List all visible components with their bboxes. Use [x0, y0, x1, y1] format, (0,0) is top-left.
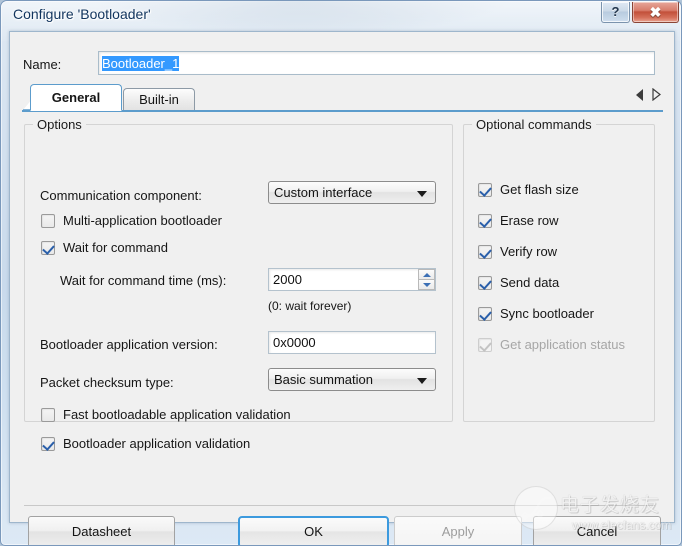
wait-time-input[interactable]: [268, 268, 436, 291]
chevron-down-icon: [417, 378, 427, 384]
close-button[interactable]: ✖: [632, 2, 679, 23]
optional-commands-group-title: Optional commands: [472, 117, 596, 132]
checkbox-label-get-application-status: Get application status: [500, 337, 626, 352]
checkbox-sync-bootloader[interactable]: Sync bootloader: [478, 306, 594, 321]
ok-button[interactable]: OK: [238, 516, 389, 545]
options-group-title: Options: [33, 117, 86, 132]
checkbox-label-bootloader-application-validation: Bootloader application validation: [63, 436, 251, 451]
window-title: Configure 'Bootloader': [13, 6, 151, 22]
caption-buttons: ? ✖: [601, 2, 679, 23]
bootloader-app-version-input[interactable]: [268, 331, 436, 354]
tab-built-in-label: Built-in: [139, 92, 179, 107]
checkbox-fast-bootloadable-application-validation[interactable]: Fast bootloadable application validation: [41, 407, 291, 422]
name-label: Name:: [23, 57, 62, 72]
packet-checksum-type-value: Basic summation: [274, 372, 373, 387]
question-mark-icon: ?: [611, 4, 620, 19]
spinner-up-icon[interactable]: [418, 269, 435, 280]
checkbox-erase-row[interactable]: Erase row: [478, 213, 559, 228]
tab-scroll-arrows: [636, 88, 661, 101]
packet-checksum-type-dropdown[interactable]: Basic summation: [268, 368, 436, 391]
checkbox-label-fast-bootloadable-application-validation: Fast bootloadable application validation: [63, 407, 291, 422]
checkbox-box-send-data: [478, 275, 492, 290]
packet-checksum-type-label: Packet checksum type:: [40, 375, 174, 390]
checkbox-box-get-application-status: [478, 337, 492, 352]
checkbox-label-sync-bootloader: Sync bootloader: [500, 306, 594, 321]
glass-highlight: [91, 1, 511, 35]
communication-component-dropdown[interactable]: Custom interface: [268, 181, 436, 204]
name-input[interactable]: [98, 51, 655, 75]
checkbox-box-wait-for-command: [41, 240, 55, 255]
checkbox-label-get-flash-size: Get flash size: [500, 182, 579, 197]
wait-time-hint: (0: wait forever): [268, 299, 352, 313]
checkbox-box-get-flash-size: [478, 182, 492, 197]
dialog-client-area: Name: General Built-in: [9, 31, 675, 545]
title-bar[interactable]: Configure 'Bootloader' ? ✖: [1, 1, 681, 41]
checkbox-label-multi-application-bootloader: Multi-application bootloader: [63, 213, 222, 228]
checkbox-get-application-status: Get application status: [478, 337, 625, 352]
checkbox-box-verify-row: [478, 244, 492, 259]
apply-button-label: Apply: [441, 524, 475, 539]
checkbox-box-erase-row: [478, 213, 492, 228]
cancel-button-label: Cancel: [576, 524, 618, 539]
bootloader-app-version-label: Bootloader application version:: [40, 337, 218, 352]
checkbox-bootloader-application-validation[interactable]: Bootloader application validation: [41, 436, 250, 451]
wait-time-spin-buttons: [418, 269, 435, 290]
close-icon: ✖: [649, 4, 662, 20]
checkbox-box-fast-bootloadable-application-validation: [41, 407, 55, 422]
dialog-window: Configure 'Bootloader' ? ✖ Name: General…: [0, 0, 682, 546]
tab-strip: General Built-in: [22, 84, 663, 112]
checkbox-send-data[interactable]: Send data: [478, 275, 559, 290]
communication-component-label: Communication component:: [40, 188, 202, 203]
communication-component-value: Custom interface: [274, 185, 373, 200]
checkbox-get-flash-size[interactable]: Get flash size: [478, 182, 579, 197]
checkbox-box-bootloader-application-validation: [41, 436, 55, 451]
checkbox-label-erase-row: Erase row: [500, 213, 559, 228]
triangle-right-icon[interactable]: [652, 88, 661, 101]
checkbox-verify-row[interactable]: Verify row: [478, 244, 557, 259]
ok-button-label: OK: [304, 524, 323, 539]
cancel-button[interactable]: Cancel: [533, 516, 661, 545]
datasheet-button-label: Datasheet: [71, 524, 132, 539]
checkbox-box-multi-application-bootloader: [41, 213, 55, 228]
triangle-left-icon[interactable]: [636, 88, 643, 101]
wait-time-stepper[interactable]: [268, 268, 436, 291]
footer-separator: [24, 505, 655, 506]
checkbox-label-send-data: Send data: [500, 275, 560, 290]
apply-button: Apply: [394, 516, 522, 545]
checkbox-label-verify-row: Verify row: [500, 244, 558, 259]
tab-general-label: General: [51, 90, 101, 105]
tab-general[interactable]: General: [30, 84, 122, 111]
help-button[interactable]: ?: [601, 2, 630, 23]
spinner-down-icon[interactable]: [418, 280, 435, 290]
datasheet-button[interactable]: Datasheet: [28, 516, 175, 545]
optional-commands-group: Optional commands: [463, 117, 655, 422]
checkbox-multi-application-bootloader[interactable]: Multi-application bootloader: [41, 213, 222, 228]
tab-built-in[interactable]: Built-in: [123, 88, 195, 111]
checkbox-wait-for-command[interactable]: Wait for command: [41, 240, 168, 255]
checkbox-box-sync-bootloader: [478, 306, 492, 321]
chevron-down-icon: [417, 191, 427, 197]
checkbox-label-wait-for-command: Wait for command: [63, 240, 168, 255]
wait-time-label: Wait for command time (ms):: [60, 273, 227, 288]
